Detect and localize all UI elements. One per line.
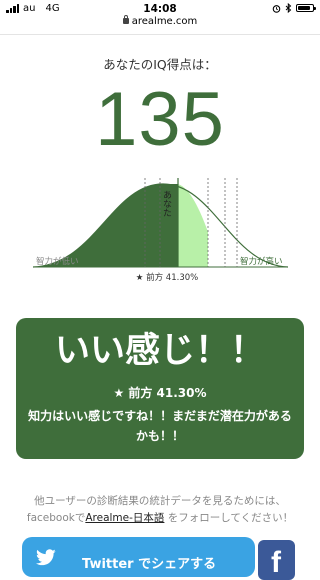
curve-area-below xyxy=(33,184,178,267)
facebook-f-icon: f xyxy=(271,546,281,579)
follow-note-line2: facebookでArealme-日本語 をフォローしてください！ xyxy=(0,510,320,527)
status-bar: au 4G 14:08 xyxy=(0,0,320,16)
lock-icon xyxy=(122,15,129,24)
high-intelligence-label: 智力が高い xyxy=(240,256,283,267)
iq-score: 135 xyxy=(95,77,225,162)
facebook-share-button[interactable]: f xyxy=(258,540,295,580)
twitter-share-label: Twitter でシェアする xyxy=(82,557,217,572)
follow-note-suffix: をフォローしてください！ xyxy=(164,512,294,524)
iq-distribution-chart: あなた 智力が低い 智力が高い ★ 前方 41.30% xyxy=(32,178,289,283)
facebook-page-link[interactable]: Arealme-日本語 xyxy=(85,512,164,524)
result-rank: ★ 前方 41.30% xyxy=(113,386,207,400)
alarm-icon xyxy=(272,4,281,13)
twitter-share-button[interactable]: Twitter でシェアする xyxy=(22,537,255,577)
result-card: いい感じ！！ ★ 前方 41.30% 知力はいい感じですね！！まだまだ潜在力があ… xyxy=(16,318,304,459)
header-divider xyxy=(0,34,320,35)
percentile-label: ★ 前方 41.30% xyxy=(136,272,198,283)
you-marker-label: あなた xyxy=(161,190,172,217)
follow-note-line1: 他ユーザーの診断結果の統計データを見るためには、 xyxy=(34,495,286,507)
battery-icon xyxy=(296,4,316,12)
battery-fill xyxy=(298,6,310,10)
low-intelligence-label: 智力が低い xyxy=(36,256,79,267)
result-message: 知力はいい感じですね！！まだまだ潜在力があるかも！！ xyxy=(28,409,292,443)
curve-area-highlight xyxy=(178,184,208,267)
bluetooth-icon xyxy=(285,3,292,13)
url-text: arealme.com xyxy=(131,16,198,27)
result-heading: あなたのIQ得点は： xyxy=(103,57,217,72)
follow-note-prefix: facebookで xyxy=(26,512,86,524)
twitter-bird-icon xyxy=(36,549,56,566)
result-title: いい感じ！！ xyxy=(54,331,265,371)
status-right xyxy=(272,3,316,13)
follow-note: 他ユーザーの診断結果の統計データを見るためには、 facebookでArealm… xyxy=(0,493,320,527)
url-bar[interactable]: arealme.com xyxy=(0,15,320,32)
